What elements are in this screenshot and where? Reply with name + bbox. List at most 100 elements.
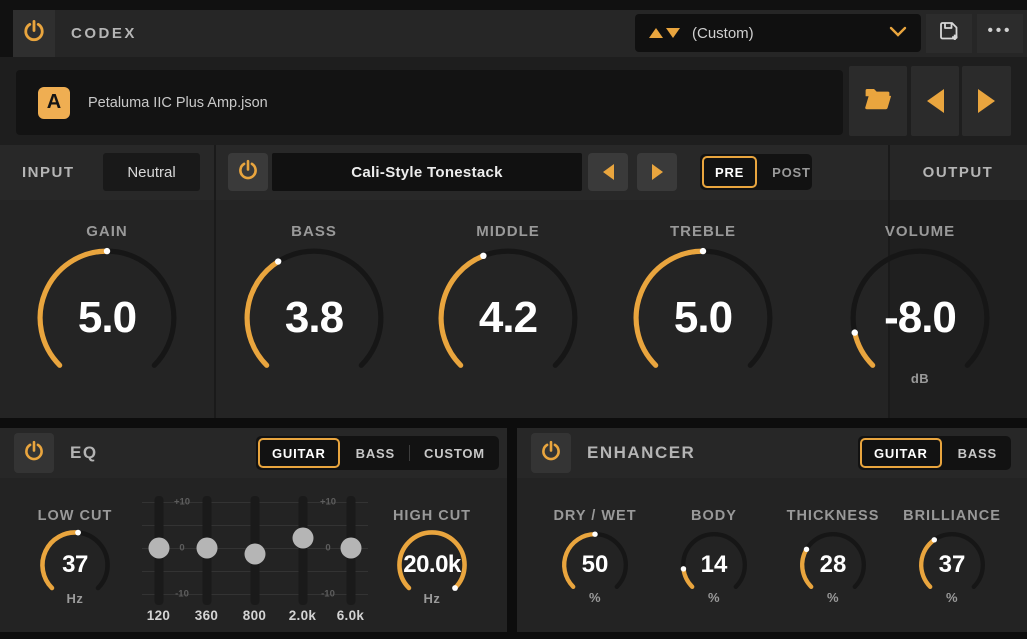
title-bar-actions: ••• <box>926 14 1023 53</box>
preset-up-icon[interactable] <box>649 28 663 38</box>
freq-label: 2.0k <box>288 608 317 623</box>
slider-handle[interactable] <box>340 537 361 558</box>
freq-label: 360 <box>194 608 219 623</box>
knob-unit: % <box>826 590 840 605</box>
input-mode-value: Neutral <box>127 163 176 181</box>
app-title: CODEX <box>71 25 137 42</box>
eq-band-6k <box>327 495 375 605</box>
master-power-button[interactable] <box>13 10 55 57</box>
knob-value: 4.2 <box>478 293 538 342</box>
knob-label: HIGH CUT <box>392 508 472 524</box>
freq-label: 120 <box>146 608 171 623</box>
more-menu-icon: ••• <box>987 22 1013 39</box>
knob-label: BRILLIANCE <box>903 508 1001 524</box>
brilliance-knob[interactable]: BRILLIANCE 37 % <box>892 506 1012 605</box>
eq-body: LOW CUT 37 Hz +10 0 -10 +10 0 -10 120 36… <box>0 478 507 632</box>
knob-value: 3.8 <box>284 293 344 342</box>
tab-label: GUITAR <box>272 445 326 461</box>
eq-band-800 <box>231 495 279 605</box>
plugin-window: CODEX (Custom) ••• A Petaluma IIC Plus A… <box>0 0 1027 639</box>
enhancer-tab-guitar[interactable]: GUITAR <box>860 438 942 468</box>
power-icon <box>236 158 260 187</box>
tab-label: BASS <box>957 445 997 461</box>
model-file-row: A Petaluma IIC Plus Amp.json <box>0 57 1027 145</box>
enhancer-power-button[interactable] <box>531 433 571 473</box>
slider-handle[interactable] <box>244 543 265 565</box>
body-knob[interactable]: BODY 14 % <box>654 506 774 605</box>
tonestack-next-button[interactable] <box>637 153 677 191</box>
knob-unit: dB <box>910 371 930 386</box>
freq-label: 800 <box>242 608 267 623</box>
knob-value: -8.0 <box>884 293 957 342</box>
low-cut-knob[interactable]: LOW CUT 37 Hz <box>20 506 130 606</box>
tonestack-select[interactable]: Cali-Style Tonestack <box>272 153 582 191</box>
knob-label: DRY / WET <box>553 508 637 524</box>
input-label: INPUT <box>22 164 75 181</box>
knob-unit: % <box>945 590 959 605</box>
enhancer-title: ENHANCER <box>587 443 696 462</box>
arrow-left-icon <box>602 164 614 180</box>
routing-toggle: PRE POST <box>700 154 812 190</box>
open-file-button[interactable] <box>849 66 907 136</box>
input-mode-select[interactable]: Neutral <box>103 153 200 191</box>
enhancer-panel: ENHANCER GUITAR BASS DRY / WET 50 % BODY… <box>517 428 1027 632</box>
gain-knob[interactable]: GAIN 5.0 <box>27 222 187 394</box>
routing-pre-button[interactable]: PRE <box>702 156 758 188</box>
previous-file-button[interactable] <box>911 66 959 136</box>
knob-label: GAIN <box>86 223 128 240</box>
enhancer-body: DRY / WET 50 % BODY 14 % THICKNESS 28 % <box>517 478 1027 632</box>
freq-label: 6.0k <box>336 608 365 623</box>
more-menu-button[interactable]: ••• <box>977 14 1023 53</box>
tonestack-prev-button[interactable] <box>588 153 628 191</box>
knob-label: BASS <box>291 223 337 240</box>
knob-value: 37 <box>938 551 966 578</box>
routing-post-button[interactable]: POST <box>761 156 822 188</box>
tonestack-power-button[interactable] <box>228 153 268 191</box>
slider-handle[interactable] <box>148 537 169 558</box>
knob-value: 14 <box>700 551 728 578</box>
tonestack-name: Cali-Style Tonestack <box>351 163 503 181</box>
knob-unit: % <box>707 590 721 605</box>
routing-post-label: POST <box>772 164 811 180</box>
routing-pre-label: PRE <box>715 164 745 180</box>
graphic-eq: +10 0 -10 +10 0 -10 120 360 800 2.0k 6.0… <box>140 494 370 626</box>
folder-icon <box>863 86 893 117</box>
enhancer-header: ENHANCER GUITAR BASS <box>517 428 1027 478</box>
knob-value: 20.0k <box>403 551 461 578</box>
next-file-button[interactable] <box>962 66 1011 136</box>
middle-knob[interactable]: MIDDLE 4.2 <box>428 222 588 394</box>
eq-power-button[interactable] <box>14 433 54 473</box>
arrow-right-icon <box>651 164 663 180</box>
save-preset-button[interactable] <box>926 14 972 53</box>
section-divider <box>214 145 216 418</box>
slider-rail[interactable] <box>298 495 307 605</box>
power-icon <box>539 439 563 468</box>
knob-unit: % <box>588 590 602 605</box>
high-cut-knob[interactable]: HIGH CUT 20.0k Hz <box>377 506 487 606</box>
slider-handle[interactable] <box>196 537 217 558</box>
thickness-knob[interactable]: THICKNESS 28 % <box>773 506 893 605</box>
eq-tab-bass[interactable]: BASS <box>344 438 407 468</box>
tab-label: GUITAR <box>874 445 928 461</box>
knob-label: TREBLE <box>670 223 736 240</box>
dry-wet-knob[interactable]: DRY / WET 50 % <box>535 506 655 605</box>
eq-tab-group: GUITAR BASS CUSTOM <box>256 436 499 470</box>
eq-tab-custom[interactable]: CUSTOM <box>412 438 497 468</box>
bass-knob[interactable]: BASS 3.8 <box>234 222 394 394</box>
slider-handle[interactable] <box>292 527 313 549</box>
model-file-field[interactable]: A Petaluma IIC Plus Amp.json <box>16 70 843 135</box>
preset-down-icon[interactable] <box>666 28 680 38</box>
preset-selector[interactable]: (Custom) <box>635 14 921 52</box>
volume-knob[interactable]: VOLUME -8.0 dB <box>840 222 1000 394</box>
knob-value: 5.0 <box>673 293 733 342</box>
model-filename: Petaluma IIC Plus Amp.json <box>88 94 268 111</box>
enhancer-tab-bass[interactable]: BASS <box>946 438 1009 468</box>
treble-knob[interactable]: TREBLE 5.0 <box>623 222 783 394</box>
power-icon <box>22 439 46 468</box>
knob-label: BODY <box>691 508 737 524</box>
eq-band-120 <box>135 495 183 605</box>
eq-tab-guitar[interactable]: GUITAR <box>258 438 340 468</box>
knob-value: 5.0 <box>77 293 137 342</box>
output-label: OUTPUT <box>922 164 994 181</box>
knob-value: 37 <box>62 551 88 578</box>
